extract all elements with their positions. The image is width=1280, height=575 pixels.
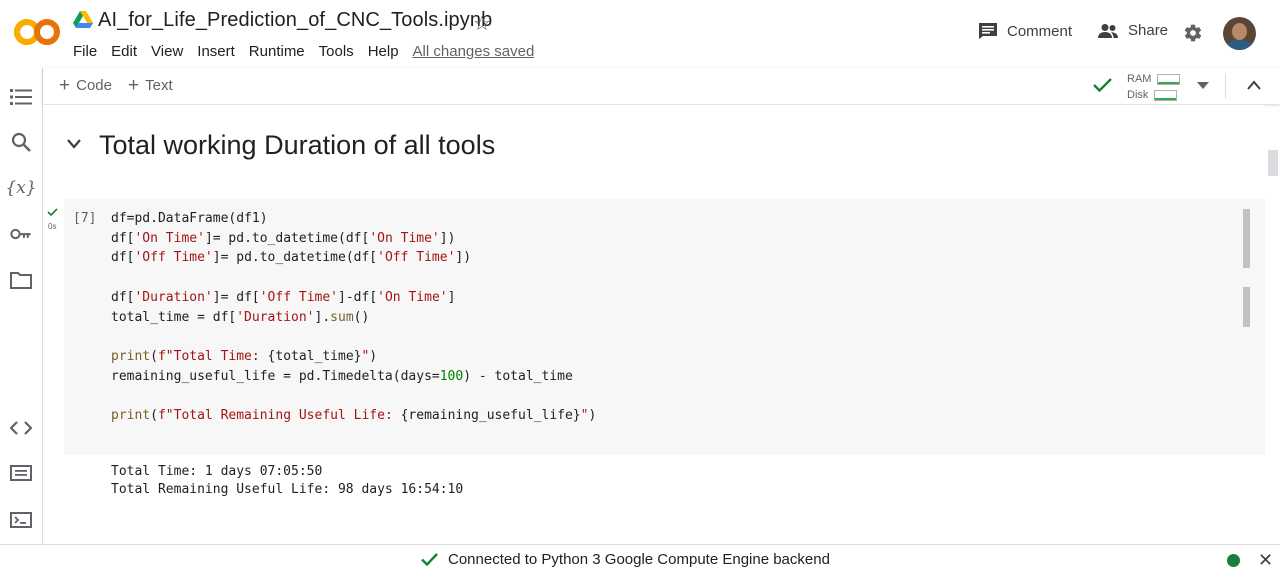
ram-label: RAM bbox=[1127, 73, 1152, 85]
comment-label: Comment bbox=[1007, 22, 1073, 40]
terminal-icon[interactable] bbox=[10, 509, 32, 531]
app-header: AI_for_Life_Prediction_of_CNC_Tools.ipyn… bbox=[0, 0, 1280, 69]
menu-runtime[interactable]: Runtime bbox=[249, 43, 305, 60]
cell-scrollbar-thumb[interactable] bbox=[1243, 287, 1250, 327]
table-of-contents-icon[interactable] bbox=[10, 86, 32, 108]
add-code-cell-button[interactable]: + Code bbox=[59, 75, 112, 96]
code-line: print(f"Total Time: {total_time}") bbox=[111, 348, 378, 364]
output-line: Total Time: 1 days 07:05:50 bbox=[111, 464, 323, 479]
plus-icon: + bbox=[59, 75, 71, 96]
connection-indicator-dot[interactable] bbox=[1227, 554, 1240, 567]
menu-file[interactable]: File bbox=[73, 43, 97, 60]
disk-usage-bar bbox=[1154, 89, 1178, 101]
command-palette-icon[interactable] bbox=[10, 462, 32, 484]
code-line: df['Duration']= df['Off Time']-df['On Ti… bbox=[111, 289, 456, 305]
code-line: print(f"Total Remaining Useful Life: {re… bbox=[111, 408, 597, 424]
code-editor[interactable]: df=pd.DataFrame(df1) df['On Time']= pd.to… bbox=[111, 209, 596, 426]
status-bar: Connected to Python 3 Google Compute Eng… bbox=[0, 544, 1280, 575]
section-collapse-chevron-icon[interactable] bbox=[67, 139, 81, 149]
comment-button[interactable]: Comment bbox=[978, 22, 1072, 40]
close-icon[interactable]: ✕ bbox=[1258, 550, 1273, 571]
share-button[interactable]: Share bbox=[1097, 22, 1168, 39]
star-icon[interactable]: ☆ bbox=[473, 11, 491, 36]
files-folder-icon[interactable] bbox=[10, 269, 32, 291]
connected-check-icon bbox=[1093, 78, 1112, 92]
page-scrollbar[interactable] bbox=[1268, 150, 1278, 176]
add-code-label: Code bbox=[76, 77, 112, 94]
notebook-toolbar: + Code + Text RAM Disk bbox=[43, 68, 1280, 104]
plus-icon: + bbox=[128, 75, 140, 96]
settings-gear-icon[interactable] bbox=[1183, 23, 1203, 43]
menu-edit[interactable]: Edit bbox=[111, 43, 137, 60]
code-line: df=pd.DataFrame(df1) bbox=[111, 211, 268, 226]
cell-output: Total Time: 1 days 07:05:50 Total Remaini… bbox=[111, 463, 463, 499]
chevron-down-icon[interactable] bbox=[1197, 82, 1209, 90]
menu-help[interactable]: Help bbox=[368, 43, 399, 60]
add-text-label: Text bbox=[145, 77, 173, 94]
secrets-key-icon[interactable] bbox=[10, 223, 32, 245]
search-icon[interactable] bbox=[10, 131, 32, 153]
run-success-check-icon bbox=[47, 208, 58, 216]
menu-insert[interactable]: Insert bbox=[197, 43, 235, 60]
chevron-up-icon[interactable] bbox=[1247, 80, 1261, 90]
exec-time: 0s bbox=[48, 222, 57, 231]
cell-scrollbar-thumb[interactable] bbox=[1243, 209, 1250, 268]
code-line: df['Off Time']= pd.to_datetime(df['Off T… bbox=[111, 250, 472, 266]
people-icon bbox=[1098, 23, 1118, 38]
code-line: df['On Time']= pd.to_datetime(df['On Tim… bbox=[111, 230, 456, 246]
menu-view[interactable]: View bbox=[151, 43, 183, 60]
execution-count[interactable]: [7] bbox=[73, 211, 96, 226]
comment-icon bbox=[979, 23, 997, 39]
share-label: Share bbox=[1128, 22, 1169, 39]
connection-status-text: Connected to Python 3 Google Compute Eng… bbox=[448, 551, 830, 568]
ram-usage-bar bbox=[1157, 73, 1181, 85]
code-snippets-icon[interactable] bbox=[10, 417, 32, 439]
notebook-title[interactable]: AI_for_Life_Prediction_of_CNC_Tools.ipyn… bbox=[98, 9, 492, 32]
connected-check-icon bbox=[421, 553, 438, 566]
menu-bar: File Edit View Insert Runtime Tools Help… bbox=[73, 43, 548, 60]
code-line: total_time = df['Duration'].sum() bbox=[111, 309, 370, 325]
menu-tools[interactable]: Tools bbox=[319, 43, 354, 60]
left-sidebar: {x} bbox=[0, 68, 43, 544]
toolbar-divider bbox=[1225, 73, 1226, 99]
resource-monitor[interactable]: RAM Disk bbox=[1127, 71, 1181, 103]
variables-icon[interactable]: {x} bbox=[5, 177, 36, 199]
disk-label: Disk bbox=[1127, 89, 1149, 101]
code-line: remaining_useful_life = pd.Timedelta(day… bbox=[111, 368, 573, 384]
section-heading: Total working Duration of all tools bbox=[99, 130, 496, 160]
user-avatar[interactable] bbox=[1223, 17, 1256, 50]
google-drive-icon[interactable] bbox=[73, 11, 93, 29]
save-status-link[interactable]: All changes saved bbox=[413, 43, 535, 60]
colab-logo[interactable] bbox=[14, 16, 60, 48]
add-text-cell-button[interactable]: + Text bbox=[128, 75, 173, 96]
output-line: Total Remaining Useful Life: 98 days 16:… bbox=[111, 482, 464, 497]
